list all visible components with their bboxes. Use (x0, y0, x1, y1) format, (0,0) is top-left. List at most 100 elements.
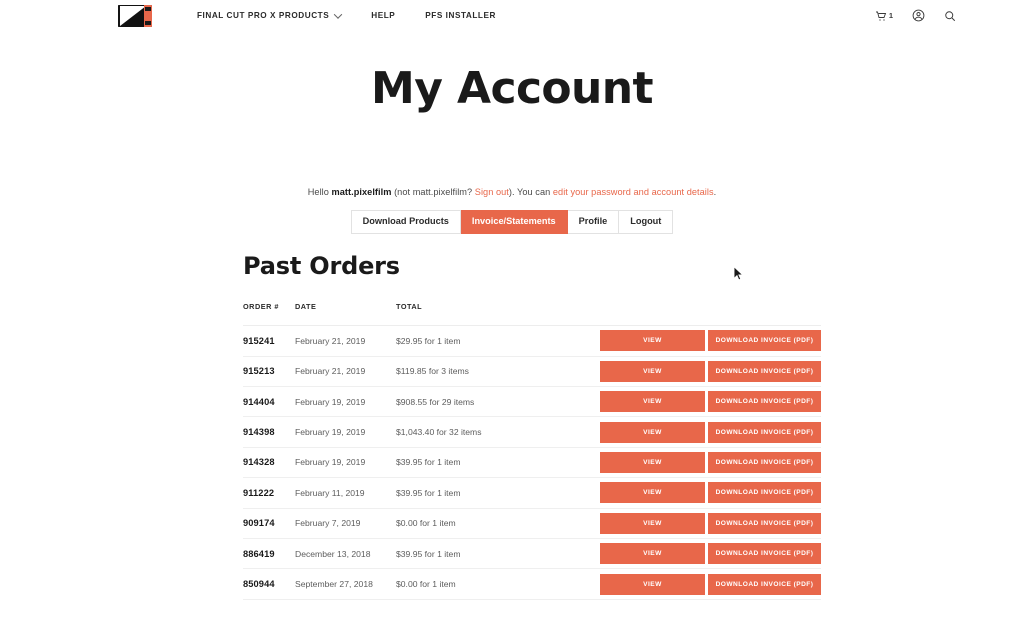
nav-item-pfs-installer-label: PFS INSTALLER (425, 11, 496, 20)
section-title: Past Orders (243, 252, 400, 281)
row-actions: VIEW DOWNLOAD INVOICE (PDF) (592, 391, 821, 413)
view-order-button[interactable]: VIEW (600, 360, 705, 382)
tab-download-products[interactable]: Download Products (350, 210, 461, 235)
row-actions: VIEW DOWNLOAD INVOICE (PDF) (592, 330, 821, 352)
cell-actions: VIEW DOWNLOAD INVOICE (PDF) (592, 416, 821, 448)
table-row: 850944 September 27, 2018 $0.00 for 1 it… (243, 568, 821, 600)
logo-accent-bar (144, 4, 152, 27)
search-icon (945, 10, 956, 21)
main-nav: FINAL CUT PRO X PRODUCTS HELP PFS INSTAL… (197, 9, 496, 20)
cell-date: February 21, 2019 (295, 356, 396, 387)
site-header: FINAL CUT PRO X PRODUCTS HELP PFS INSTAL… (0, 0, 1024, 31)
view-order-button[interactable]: VIEW (600, 421, 705, 443)
cart-count: 1 (888, 11, 893, 20)
table-row: 886419 December 13, 2018 $39.95 for 1 it… (243, 538, 821, 570)
view-order-button[interactable]: VIEW (600, 391, 705, 413)
cell-actions: VIEW DOWNLOAD INVOICE (PDF) (592, 538, 821, 570)
nav-item-help-label: HELP (371, 11, 396, 20)
cell-actions: VIEW DOWNLOAD INVOICE (PDF) (592, 325, 821, 357)
cell-date: December 13, 2018 (295, 538, 396, 570)
download-invoice-button[interactable]: DOWNLOAD INVOICE (PDF) (708, 512, 821, 534)
orders-table-head: ORDER # DATE TOTAL (243, 302, 821, 327)
greeting-username: matt.pixelfilm (331, 187, 392, 197)
cart-button[interactable]: 1 (875, 10, 893, 22)
view-order-button[interactable]: VIEW (600, 573, 705, 595)
cell-total: $0.00 for 1 item (396, 568, 592, 600)
cell-actions: VIEW DOWNLOAD INVOICE (PDF) (592, 568, 821, 600)
download-invoice-button[interactable]: DOWNLOAD INVOICE (PDF) (708, 573, 821, 595)
column-header-total: TOTAL (396, 302, 592, 327)
nav-item-help[interactable]: HELP (371, 11, 395, 20)
table-row: 915213 February 21, 2019 $119.85 for 3 i… (243, 356, 821, 387)
column-header-date: DATE (295, 302, 396, 327)
download-invoice-button[interactable]: DOWNLOAD INVOICE (PDF) (708, 451, 821, 473)
nav-item-products[interactable]: FINAL CUT PRO X PRODUCTS (197, 9, 343, 20)
past-orders-section: Past Orders ORDER # DATE TOTAL 915241 Fe… (243, 252, 821, 600)
cell-total: $39.95 for 1 item (396, 538, 592, 570)
cell-total: $39.95 for 1 item (396, 477, 592, 509)
cell-order-number: 914398 (243, 416, 295, 448)
tab-logout[interactable]: Logout (619, 210, 674, 235)
greeting-middle: (not matt.pixelfilm? (391, 187, 475, 197)
tab-invoice-statements[interactable]: Invoice/Statements (460, 210, 568, 235)
row-actions: VIEW DOWNLOAD INVOICE (PDF) (592, 360, 821, 382)
greeting-text: Hello matt.pixelfilm (not matt.pixelfilm… (0, 187, 1024, 197)
cell-actions: VIEW DOWNLOAD INVOICE (PDF) (592, 356, 821, 387)
account-circle-icon (912, 9, 925, 22)
sign-out-link[interactable]: Sign out (475, 187, 509, 197)
cell-order-number: 886419 (243, 538, 295, 570)
greeting-prefix: Hello (307, 187, 332, 197)
table-row: 914328 February 19, 2019 $39.95 for 1 it… (243, 447, 821, 479)
cell-order-number: 909174 (243, 508, 295, 539)
view-order-button[interactable]: VIEW (600, 512, 705, 534)
download-invoice-button[interactable]: DOWNLOAD INVOICE (PDF) (708, 330, 821, 352)
cell-date: February 7, 2019 (295, 508, 396, 539)
download-invoice-button[interactable]: DOWNLOAD INVOICE (PDF) (708, 543, 821, 565)
view-order-button[interactable]: VIEW (600, 482, 705, 504)
nav-item-products-label: FINAL CUT PRO X PRODUCTS (197, 11, 330, 20)
cell-actions: VIEW DOWNLOAD INVOICE (PDF) (592, 508, 821, 539)
download-invoice-button[interactable]: DOWNLOAD INVOICE (PDF) (708, 482, 821, 504)
account-button[interactable] (912, 9, 925, 22)
edit-account-link[interactable]: edit your password and account details (553, 187, 714, 197)
tab-profile[interactable]: Profile (567, 210, 620, 235)
cell-total: $39.95 for 1 item (396, 447, 592, 479)
table-row: 915241 February 21, 2019 $29.95 for 1 it… (243, 325, 821, 357)
row-actions: VIEW DOWNLOAD INVOICE (PDF) (592, 482, 821, 504)
view-order-button[interactable]: VIEW (600, 330, 705, 352)
orders-table: ORDER # DATE TOTAL 915241 February 21, 2… (243, 302, 821, 600)
page-title: My Account (371, 63, 654, 114)
header-actions: 1 (875, 0, 956, 31)
cell-date: February 19, 2019 (295, 386, 396, 418)
cell-date: September 27, 2018 (295, 568, 396, 600)
account-tabs: Download Products Invoice/Statements Pro… (0, 210, 1024, 235)
cell-total: $29.95 for 1 item (396, 325, 592, 357)
search-button[interactable] (944, 10, 956, 22)
cell-date: February 21, 2019 (295, 325, 396, 357)
table-row: 914404 February 19, 2019 $908.55 for 29 … (243, 386, 821, 418)
download-invoice-button[interactable]: DOWNLOAD INVOICE (PDF) (708, 360, 821, 382)
cell-date: February 19, 2019 (295, 416, 396, 448)
download-invoice-button[interactable]: DOWNLOAD INVOICE (PDF) (708, 391, 821, 413)
orders-table-body: 915241 February 21, 2019 $29.95 for 1 it… (243, 325, 821, 600)
cell-total: $119.85 for 3 items (396, 356, 592, 387)
brand-logo[interactable] (118, 4, 152, 27)
cell-date: February 19, 2019 (295, 447, 396, 479)
table-row: 911222 February 11, 2019 $39.95 for 1 it… (243, 477, 821, 509)
view-order-button[interactable]: VIEW (600, 451, 705, 473)
cell-order-number: 914328 (243, 447, 295, 479)
download-invoice-button[interactable]: DOWNLOAD INVOICE (PDF) (708, 421, 821, 443)
greeting-after-signout: ). You can (508, 187, 553, 197)
nav-item-pfs-installer[interactable]: PFS INSTALLER (425, 11, 496, 20)
row-actions: VIEW DOWNLOAD INVOICE (PDF) (592, 421, 821, 443)
cell-order-number: 915241 (243, 325, 295, 357)
cell-order-number: 915213 (243, 356, 295, 387)
view-order-button[interactable]: VIEW (600, 543, 705, 565)
row-actions: VIEW DOWNLOAD INVOICE (PDF) (592, 573, 821, 595)
cart-icon (875, 11, 886, 21)
cell-actions: VIEW DOWNLOAD INVOICE (PDF) (592, 447, 821, 479)
greeting-suffix: . (713, 187, 717, 197)
cell-order-number: 914404 (243, 386, 295, 418)
cell-total: $0.00 for 1 item (396, 508, 592, 539)
cell-order-number: 911222 (243, 477, 295, 509)
